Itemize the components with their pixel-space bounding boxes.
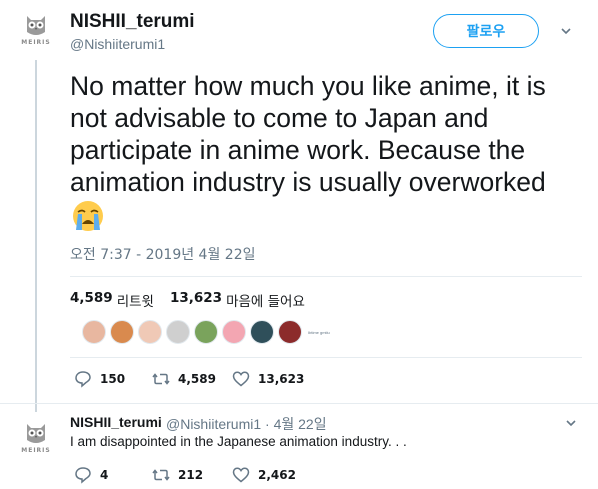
liker-avatar[interactable]	[110, 320, 134, 344]
like-action[interactable]: 2,462	[232, 466, 296, 484]
like-count: 13,623	[258, 372, 305, 386]
reply-author-handle-date[interactable]: @Nishiiterumi1 · 4월 22일	[166, 414, 327, 434]
likers-more-text: Ibtime gmtiu	[308, 329, 330, 335]
like-action[interactable]: 13,623	[232, 370, 304, 388]
heart-icon	[232, 371, 250, 387]
follow-button[interactable]: 팔로우	[433, 14, 539, 48]
liker-avatar[interactable]	[166, 320, 190, 344]
loudly-crying-face-icon	[73, 201, 103, 231]
divider	[70, 276, 582, 277]
reply-count: 4	[100, 468, 109, 482]
retweets-label[interactable]: 리트윗	[117, 290, 154, 310]
author-display-name[interactable]: NISHII_terumi	[70, 11, 195, 33]
heart-icon	[232, 467, 250, 483]
retweet-action[interactable]: 212	[152, 466, 203, 484]
retweet-count: 4,589	[178, 372, 216, 386]
avatar-logo-text: MEIRIS	[21, 447, 51, 454]
liker-avatar[interactable]	[82, 320, 106, 344]
reply-text: I am disappointed in the Japanese animat…	[70, 434, 407, 449]
thread-connector-line	[35, 60, 37, 412]
avatar[interactable]: MEIRIS	[19, 12, 53, 50]
retweets-count[interactable]: 4,589	[70, 290, 113, 310]
likes-label[interactable]: 마음에 들어요	[226, 290, 305, 310]
avatar-logo-text: MEIRIS	[21, 39, 51, 46]
like-count: 2,462	[258, 468, 296, 482]
liker-avatar[interactable]	[250, 320, 274, 344]
retweet-action[interactable]: 4,589	[152, 370, 216, 388]
chevron-down-icon[interactable]	[561, 26, 571, 36]
reply-count: 150	[100, 372, 126, 386]
divider	[70, 357, 582, 358]
retweet-count: 212	[178, 468, 204, 482]
reply-action[interactable]: 150	[74, 370, 125, 388]
owl-logo-icon	[27, 16, 45, 35]
liker-avatar[interactable]	[222, 320, 246, 344]
likers-avatar-row: Ibtime gmtiu	[82, 320, 330, 344]
reply-icon	[75, 467, 91, 484]
engagement-stats: 4,589 리트윗 13,623 마음에 들어요	[70, 290, 317, 310]
tweet-text: No matter how much you like anime, it is…	[70, 71, 546, 197]
author-handle[interactable]: @Nishiiterumi1	[70, 36, 165, 52]
retweet-icon	[152, 469, 170, 481]
reply-icon	[75, 371, 91, 388]
liker-avatar[interactable]	[138, 320, 162, 344]
likes-count[interactable]: 13,623	[170, 290, 222, 310]
chevron-down-icon[interactable]	[566, 418, 576, 428]
reply-avatar[interactable]: MEIRIS	[19, 420, 53, 458]
tweet-timestamp[interactable]: 오전 7:37 - 2019년 4월 22일	[70, 244, 256, 264]
liker-avatar[interactable]	[278, 320, 302, 344]
owl-logo-icon	[27, 424, 45, 443]
liker-avatar[interactable]	[194, 320, 218, 344]
divider	[0, 403, 598, 404]
reply-author-name[interactable]: NISHII_terumi	[70, 414, 162, 430]
reply-action[interactable]: 4	[74, 466, 108, 484]
retweet-icon	[152, 373, 170, 385]
